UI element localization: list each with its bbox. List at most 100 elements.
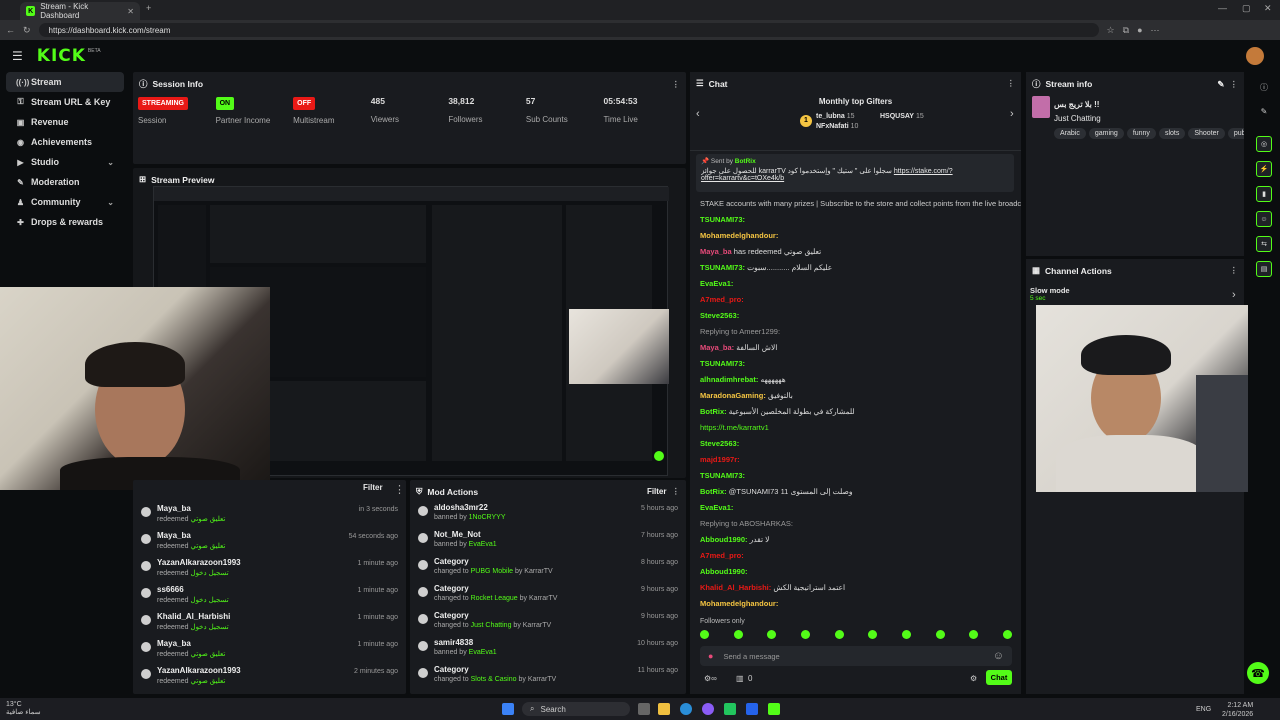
chat-username[interactable]: BotRix: [700,407,727,416]
mod-action-row[interactable]: samir4838 banned by EvaEva1 10 hours ago [410,638,686,665]
redemption-row[interactable]: Khalid_Al_Harbishi redeemed تسجيل دخول 1 m… [133,612,406,639]
chat-message[interactable]: A7med_pro: [690,548,1021,564]
chat-message[interactable]: TSUNAMI73: عليكم السلام ...........سبوت [690,260,1021,276]
chat-message[interactable]: Khalid_Al_Harbishi: اعتمد استراتيجية الك… [690,580,1021,596]
emoji-icon[interactable]: ☺ [993,650,1004,662]
chat-more-icon[interactable]: ⋮ [1007,78,1016,89]
chat-message[interactable]: EvaEva1: [690,276,1021,292]
chat-username[interactable]: Maya_ba: [700,343,734,352]
chat-message[interactable]: A7med_pro: [690,292,1021,308]
redemption-row[interactable]: Maya_ba redeemed تعليق صوتي 54 seconds ago [133,531,406,558]
menu-icon[interactable]: ⋯ [1151,25,1160,36]
chat-username[interactable]: Abboud1990: [700,535,748,544]
emote-icon[interactable] [700,630,709,639]
refresh-icon[interactable]: ↻ [23,25,31,36]
rail-action-5-icon[interactable]: ⇆ [1256,236,1272,252]
chat-username[interactable]: Khalid_Al_Harbishi: [700,583,771,592]
chat-message[interactable]: majd1997r: [690,452,1021,468]
mod-filter-button[interactable]: Filter [647,487,667,496]
sidebar-item-achievements[interactable]: ◉ Achievements [6,132,124,152]
chat-message[interactable]: alhnadimhrebat: ههههههه [690,372,1021,388]
sidebar-item-studio[interactable]: ▶ Studio ⌄ [6,152,124,172]
browser-tab[interactable]: K Stream - Kick Dashboard ✕ [20,2,140,20]
mod-action-row[interactable]: aldosha3mr22 banned by 1NoCRYYY 5 hours a… [410,503,686,530]
chat-username[interactable]: A7med_pro: [700,295,744,304]
hamburger-icon[interactable]: ☰ [12,49,23,63]
sidebar-item-drops-rewards[interactable]: ✚ Drops & rewards [6,212,124,232]
chat-message[interactable]: Replying to Ameer1299: [690,324,1021,340]
message-input[interactable]: ● Send a message ☺ [700,646,1012,666]
help-chat-icon[interactable]: ☎ [1247,662,1269,684]
chat-username[interactable]: Abboud1990: [700,567,748,576]
redemption-row[interactable]: YazanAlkarazoon1993 redeemed تعليق صوتي 2 … [133,666,406,693]
chevron-down-icon[interactable]: ⌄ [107,198,114,207]
emote-icon[interactable] [969,630,979,639]
mod-action-row[interactable]: Category changed to PUBG Mobile by Karrar… [410,557,686,584]
app-icon-1[interactable] [702,703,714,715]
rail-action-6-icon[interactable]: ▤ [1256,261,1272,277]
redemption-row[interactable]: ss6666 redeemed تسجيل دخول 1 minute ago [133,585,406,612]
star-icon[interactable]: ☆ [1107,25,1115,36]
sidebar-item-stream[interactable]: ((·)) Stream [6,72,124,92]
user-avatar[interactable] [1246,47,1264,65]
sidebar-item-community[interactable]: ♟ Community ⌄ [6,192,124,212]
chat-message[interactable]: Abboud1990: [690,564,1021,580]
windows-start-icon[interactable] [502,703,514,715]
rail-action-1-icon[interactable]: ◎ [1256,136,1272,152]
chat-username[interactable]: Mohamedelghandour: [700,231,778,240]
rail-action-3-icon[interactable]: ▮ [1256,186,1272,202]
chat-message[interactable]: BotRix: للمشاركة في بطولة المخلصين الأسب… [690,404,1021,420]
chevron-down-icon[interactable]: ⌄ [107,158,114,167]
file-explorer-icon[interactable] [658,703,670,715]
chat-message[interactable]: BotRix: @TSUNAMI73 وصلت إلى المستوى 11 [690,484,1021,500]
new-tab-button[interactable]: + [146,3,151,13]
edit-icon[interactable]: ✎ [1217,79,1224,90]
back-icon[interactable]: ← [6,25,15,35]
task-view-icon[interactable] [638,703,650,715]
emote-icon[interactable] [733,630,743,639]
stream-info-more-icon[interactable]: ⋮ [1230,79,1239,90]
redemptions-filter-button[interactable]: Filter [363,483,383,492]
slow-mode-chevron-icon[interactable]: › [1232,289,1236,301]
emote-icon[interactable] [868,630,878,639]
chat-message[interactable]: TSUNAMI73: [690,356,1021,372]
chat-username[interactable]: MaradonaGaming: [700,391,766,400]
stream-tag[interactable]: Arabic [1054,128,1086,139]
pinned-link[interactable]: https://stake.com/? [894,168,953,175]
gear-icon[interactable]: ⚙ [970,674,977,683]
stream-tag[interactable]: funny [1126,128,1156,139]
chat-message[interactable]: Maya_ba has redeemed تعليق صوتي [690,244,1021,260]
stream-tag[interactable]: gaming [1088,128,1124,139]
redemption-row[interactable]: Maya_ba redeemed تعليق صوتي 1 minute ago [133,639,406,666]
chat-message[interactable]: TSUNAMI73: [690,468,1021,484]
chat-settings-icon[interactable]: ⚙∞ [704,674,717,683]
chat-username[interactable]: Mohamedelghandour: [700,599,778,608]
rail-edit-icon[interactable]: ✎ [1248,107,1280,116]
pinned-message[interactable]: 📌 Sent by BotRix للحصول على جوائز karrar… [696,154,1014,192]
kick-logo[interactable]: KICK [37,46,86,66]
extensions-icon[interactable]: ⧉ [1123,25,1129,36]
gifters-prev-icon[interactable]: ‹ [696,108,700,120]
chat-message[interactable]: Maya_ba: الاش السالفة [690,340,1021,356]
language-indicator[interactable]: ENG [1196,706,1211,713]
taskbar-search[interactable]: ⌕ Search [522,702,630,716]
chat-username[interactable]: TSUNAMI73: [700,215,745,224]
emote-icon[interactable] [834,630,844,639]
category-name[interactable]: Just Chatting [1054,114,1101,123]
chat-message[interactable]: Steve2563: [690,308,1021,324]
chat-message[interactable]: Mohamedelghandour: [690,596,1021,612]
mod-action-row[interactable]: Category changed to Rocket League by Karr… [410,584,686,611]
emote-icon[interactable] [1002,630,1012,639]
emote-icon[interactable] [767,630,777,639]
emote-icon[interactable] [935,630,945,639]
chat-username[interactable]: Maya_ba [700,247,732,256]
chat-username[interactable]: TSUNAMI73: [700,359,745,368]
chat-message[interactable]: Steve2563: [690,436,1021,452]
app-icon-2[interactable] [746,703,758,715]
chat-username[interactable]: TSUNAMI73: [700,263,745,272]
more-options-icon[interactable]: ⋮ [672,79,681,90]
chat-username[interactable]: A7med_pro: [700,551,744,560]
chat-username[interactable]: EvaEva1: [700,503,733,512]
emote-icon[interactable] [800,630,810,639]
chat-username[interactable]: TSUNAMI73: [700,471,745,480]
